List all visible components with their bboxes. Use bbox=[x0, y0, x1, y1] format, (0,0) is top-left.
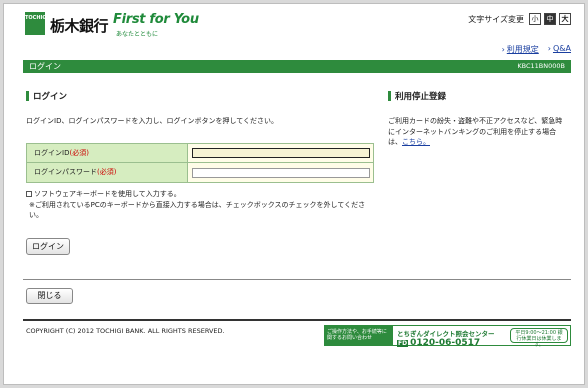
suspend-heading-text: 利用停止登録 bbox=[395, 92, 447, 102]
top-links: › 利用規定 › Q&A bbox=[502, 44, 571, 55]
arrow-icon: › bbox=[547, 44, 551, 53]
freedial-icon: FD bbox=[397, 340, 409, 347]
login-instruction: ログインID、ログインパスワードを入力し、ログインボタンを押してください。 bbox=[26, 117, 279, 125]
title-bar: ログイン KBC11BN000B bbox=[23, 60, 571, 73]
font-size-small-button[interactable]: 小 bbox=[529, 13, 541, 25]
required-mark: (必須) bbox=[97, 168, 117, 176]
font-size-medium-button[interactable]: 中 bbox=[544, 13, 556, 25]
suspend-text: ご利用カードの紛失・盗難や不正アクセスなど、緊急時にインターネットバンキングのご… bbox=[388, 116, 568, 148]
qa-link-wrap: › Q&A bbox=[548, 44, 571, 55]
suspend-link[interactable]: こちら。 bbox=[402, 138, 430, 146]
arrow-icon: › bbox=[501, 45, 505, 54]
tagline: First for You bbox=[113, 12, 199, 27]
software-keyboard-label: ソフトウェアキーボードを使用して入力する。 bbox=[34, 190, 181, 198]
login-heading: ログイン bbox=[26, 90, 67, 102]
login-heading-text: ログイン bbox=[33, 92, 68, 102]
login-id-row: ログインID(必須) bbox=[27, 144, 373, 163]
software-keyboard-checkbox[interactable] bbox=[26, 191, 32, 197]
password-input[interactable] bbox=[192, 167, 370, 178]
footer-divider bbox=[23, 319, 571, 321]
login-id-cell bbox=[188, 144, 373, 162]
required-mark: (必須) bbox=[69, 149, 89, 157]
terms-link[interactable]: 利用規定 bbox=[507, 45, 539, 54]
software-keyboard-option: ソフトウェアキーボードを使用して入力する。 bbox=[26, 189, 181, 199]
font-size-large-button[interactable]: 大 bbox=[559, 13, 571, 25]
suspend-heading: 利用停止登録 bbox=[388, 90, 446, 102]
password-label-text: ログインパスワード bbox=[34, 168, 97, 176]
contact-main: とちぎんダイレクト照会センター FD 0120-06-0517 bbox=[393, 326, 508, 348]
divider bbox=[23, 279, 571, 280]
login-id-label: ログインID(必須) bbox=[27, 144, 188, 162]
screen-code: KBC11BN000B bbox=[517, 62, 565, 70]
qa-link[interactable]: Q&A bbox=[553, 44, 571, 53]
copyright: COPYRIGHT (C) 2012 TOCHIGI BANK. ALL RIG… bbox=[26, 327, 225, 335]
login-form: ログインID(必須) ログインパスワード(必須) bbox=[26, 143, 374, 183]
page: TOCHIGI 栃木銀行 First for You あなたとともに 文字サイズ… bbox=[23, 4, 571, 384]
password-row: ログインパスワード(必須) bbox=[27, 163, 373, 182]
bank-name: 栃木銀行 bbox=[50, 17, 109, 35]
contact-center-name: とちぎんダイレクト照会センター bbox=[397, 330, 495, 338]
logo-text: TOCHIGI bbox=[25, 15, 49, 21]
keyboard-note: ※ご利用されているPCのキーボードから直接入力する場合は、チェックボックスのチェ… bbox=[29, 201, 366, 219]
page-title: ログイン bbox=[29, 62, 61, 71]
browser-window: TOCHIGI 栃木銀行 First for You あなたとともに 文字サイズ… bbox=[3, 3, 585, 385]
contact-hours: 平日9:00〜21:00 銀行休業日は休業します。 bbox=[510, 328, 568, 348]
contact-banner: ご操作方法や、お手続等に関するお問い合わせ とちぎんダイレクト照会センター FD… bbox=[324, 325, 571, 348]
section-marker bbox=[26, 91, 29, 101]
login-id-input[interactable] bbox=[192, 148, 370, 158]
bank-logo: TOCHIGI bbox=[25, 12, 49, 35]
login-id-label-text: ログインID bbox=[34, 149, 70, 157]
font-size-label: 文字サイズ変更 bbox=[468, 14, 524, 24]
contact-phone: FD 0120-06-0517 bbox=[397, 338, 504, 349]
terms-link-wrap: › 利用規定 bbox=[502, 44, 539, 55]
close-button[interactable]: 閉じる bbox=[26, 288, 73, 304]
password-cell bbox=[188, 163, 373, 182]
password-label: ログインパスワード(必須) bbox=[27, 163, 188, 182]
section-marker bbox=[388, 91, 391, 101]
login-button[interactable]: ログイン bbox=[26, 238, 70, 255]
contact-phone-number: 0120-06-0517 bbox=[410, 338, 481, 348]
font-size-control: 文字サイズ変更 小 中 大 bbox=[468, 13, 571, 25]
tagline-sub: あなたとともに bbox=[116, 31, 159, 38]
contact-description: ご操作方法や、お手続等に関するお問い合わせ bbox=[325, 326, 393, 345]
